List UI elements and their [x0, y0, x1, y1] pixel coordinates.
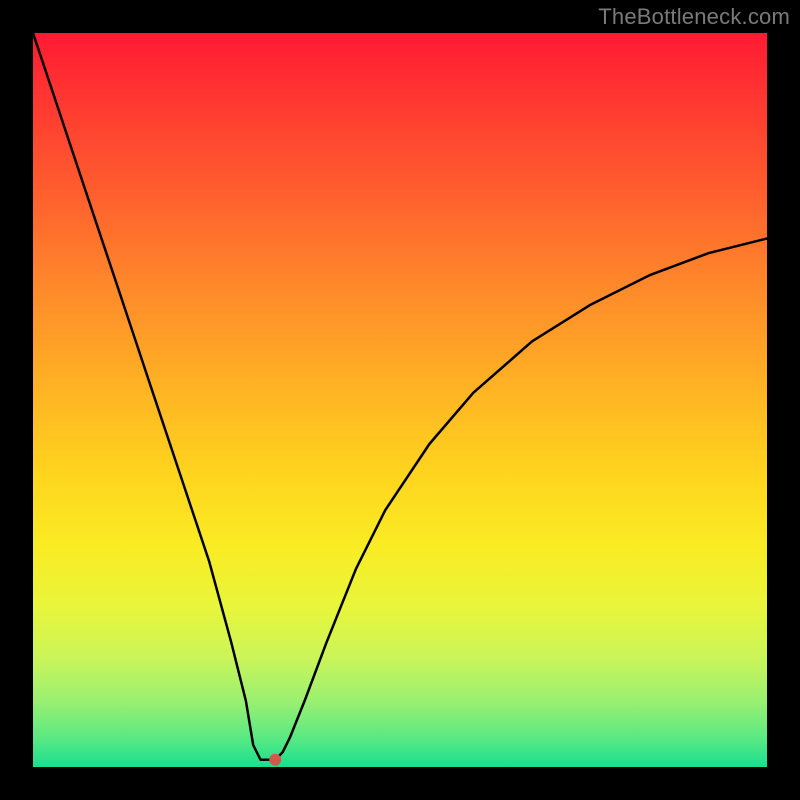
watermark-text: TheBottleneck.com: [598, 4, 790, 30]
chart-frame: TheBottleneck.com: [0, 0, 800, 800]
curve-svg: [33, 33, 767, 767]
optimal-point-marker: [269, 754, 281, 766]
plot-area: [33, 33, 767, 767]
bottleneck-curve: [33, 33, 767, 760]
